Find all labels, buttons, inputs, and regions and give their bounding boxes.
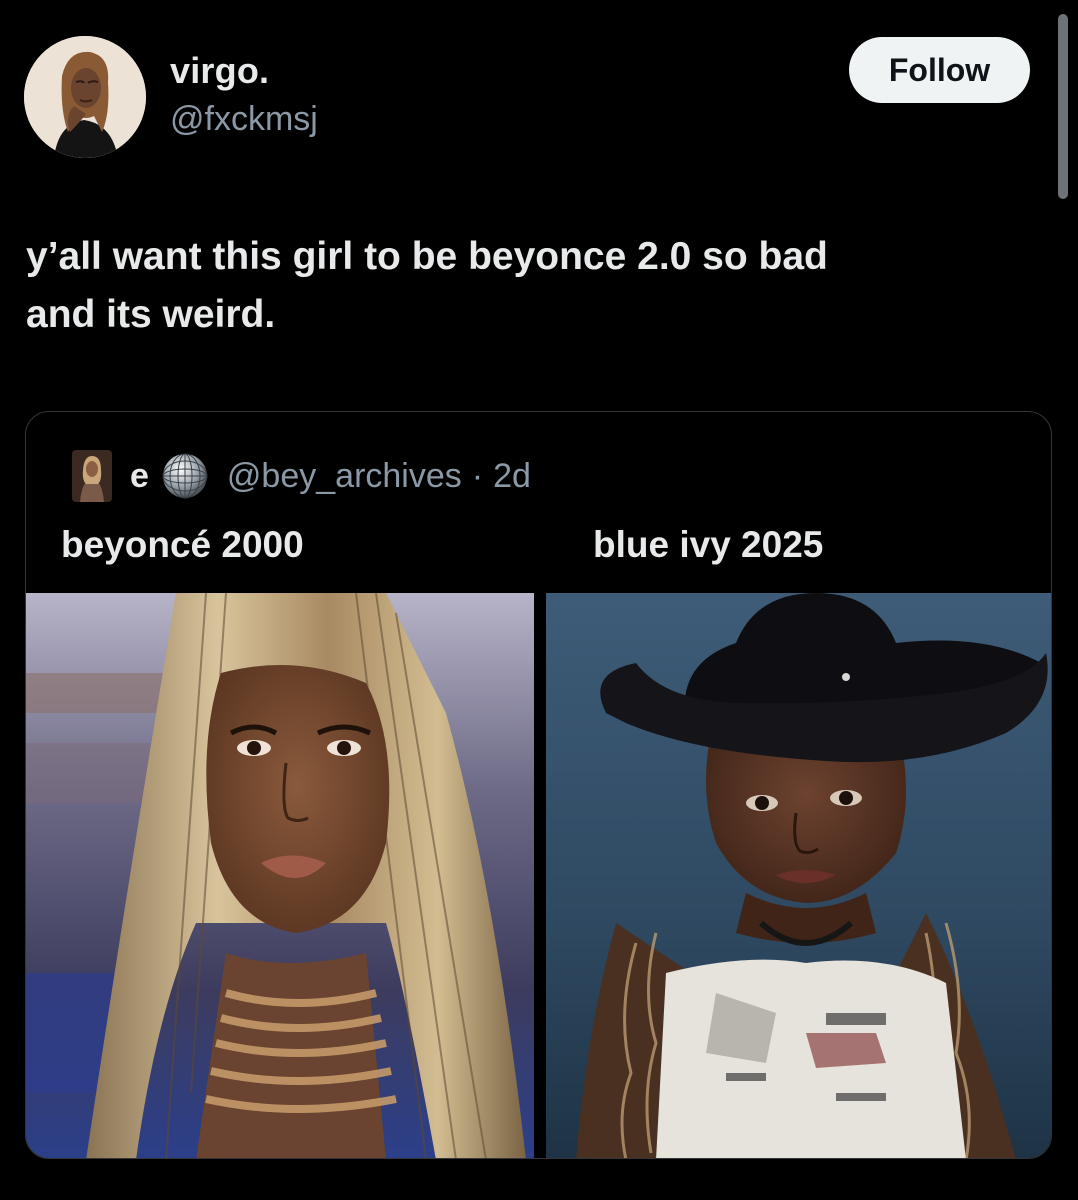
author-avatar[interactable] xyxy=(24,36,146,158)
quoted-author-name[interactable]: e xyxy=(130,457,149,496)
disco-ball-icon xyxy=(161,452,209,500)
caption-left: beyoncé 2000 xyxy=(61,524,304,565)
quoted-profile-photo-icon xyxy=(72,450,112,502)
portrait-image-right xyxy=(546,593,1051,1158)
photo-left[interactable] xyxy=(26,593,534,1158)
portrait-image-left xyxy=(26,593,534,1158)
caption-right: blue ivy 2025 xyxy=(593,524,824,565)
quoted-tweet-time[interactable]: 2d xyxy=(493,457,531,496)
quoted-tweet-header: e @bey_archives · 2d xyxy=(72,450,531,502)
author-display-name[interactable]: virgo. xyxy=(170,50,269,92)
quoted-author-avatar[interactable] xyxy=(72,450,112,502)
author-handle[interactable]: @fxckmsj xyxy=(170,100,318,139)
separator-dot: · xyxy=(471,456,484,495)
tweet-text: y’all want this girl to be beyonce 2.0 s… xyxy=(26,235,828,336)
scrollbar[interactable] xyxy=(1058,14,1068,199)
quoted-tweet-card[interactable]: e @bey_archives · 2d beyoncé 2000 blue i… xyxy=(25,411,1052,1159)
quoted-author-handle[interactable]: @bey_archives xyxy=(227,457,462,496)
photo-right[interactable] xyxy=(546,593,1051,1158)
follow-button[interactable]: Follow xyxy=(849,37,1030,103)
profile-photo-icon xyxy=(24,36,146,158)
